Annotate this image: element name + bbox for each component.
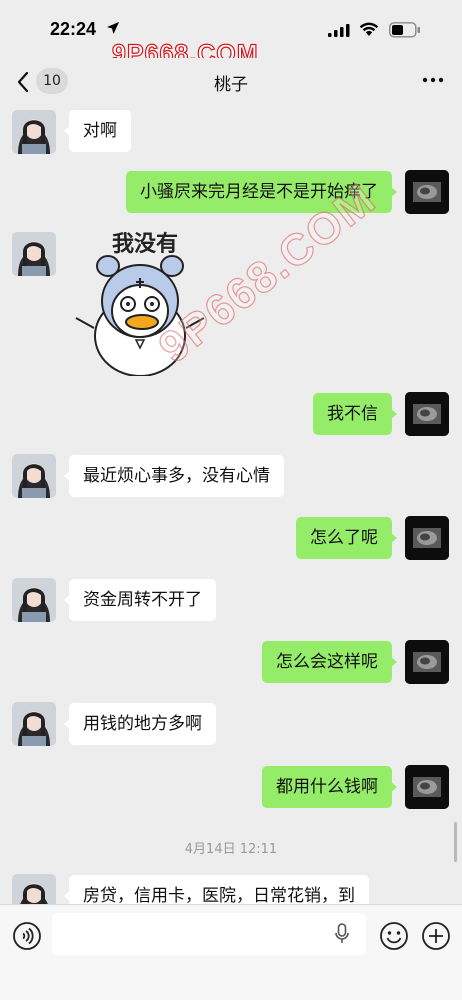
status-time: 22:24 [50, 19, 97, 39]
message-timestamp: 4月14日 12:11 [184, 842, 278, 857]
cellular-signal-icon [328, 24, 350, 37]
sticker-caption: 我没有 [112, 232, 179, 257]
girl-avatar-icon [12, 702, 56, 746]
dark-photo-avatar-icon [405, 765, 449, 809]
message-bubble[interactable]: 我不信 [313, 393, 397, 435]
my-avatar[interactable] [405, 516, 449, 560]
girl-avatar-icon [12, 232, 56, 276]
sticker-message[interactable]: 我没有 [70, 226, 210, 377]
message-bubble[interactable]: 用钱的地方多啊 [64, 703, 216, 745]
plus-icon[interactable] [421, 921, 451, 951]
my-avatar[interactable] [405, 170, 449, 214]
input-bar [0, 904, 462, 1000]
contact-avatar[interactable] [12, 232, 56, 276]
dark-photo-avatar-icon [405, 170, 449, 214]
message-bubble[interactable]: 房贷，信用卡，医院，日常花销，到 [64, 875, 369, 904]
dark-photo-avatar-icon [405, 640, 449, 684]
contact-avatar[interactable] [12, 110, 56, 154]
scrollbar-thumb[interactable] [454, 822, 457, 862]
girl-avatar-icon [12, 874, 56, 904]
message-bubble[interactable]: 对啊 [64, 110, 131, 152]
girl-avatar-icon [12, 110, 56, 154]
my-avatar[interactable] [405, 392, 449, 436]
more-icon[interactable] [422, 77, 444, 83]
message-bubble[interactable]: 怎么了呢 [296, 517, 397, 559]
mic-icon[interactable] [334, 923, 350, 945]
dark-photo-avatar-icon [405, 516, 449, 560]
chat-history[interactable]: 对啊 小骚屄来完月经是不是开始痒了 我没有 我不信 最近烦心事多，没有心情 怎么… [0, 104, 462, 904]
voice-icon[interactable] [12, 921, 42, 951]
girl-avatar-icon [12, 454, 56, 498]
nav-bar: 10 桃子 [0, 58, 462, 104]
message-input[interactable] [52, 913, 366, 955]
message-bubble[interactable]: 怎么会这样呢 [262, 641, 397, 683]
dark-photo-avatar-icon [405, 392, 449, 436]
emoji-icon[interactable] [379, 921, 409, 951]
message-bubble[interactable]: 都用什么钱啊 [262, 766, 397, 808]
message-bubble[interactable]: 小骚屄来完月经是不是开始痒了 [126, 171, 397, 213]
my-avatar[interactable] [405, 640, 449, 684]
contact-avatar[interactable] [12, 578, 56, 622]
contact-avatar[interactable] [12, 454, 56, 498]
my-avatar[interactable] [405, 765, 449, 809]
location-arrow-icon [107, 22, 119, 34]
contact-avatar[interactable] [12, 874, 56, 904]
chat-title: 桃子 [214, 75, 248, 95]
wifi-icon [359, 22, 379, 36]
contact-avatar[interactable] [12, 702, 56, 746]
girl-avatar-icon [12, 578, 56, 622]
message-bubble[interactable]: 资金周转不开了 [64, 579, 216, 621]
message-bubble[interactable]: 最近烦心事多，没有心情 [64, 455, 284, 497]
battery-icon [389, 22, 420, 38]
